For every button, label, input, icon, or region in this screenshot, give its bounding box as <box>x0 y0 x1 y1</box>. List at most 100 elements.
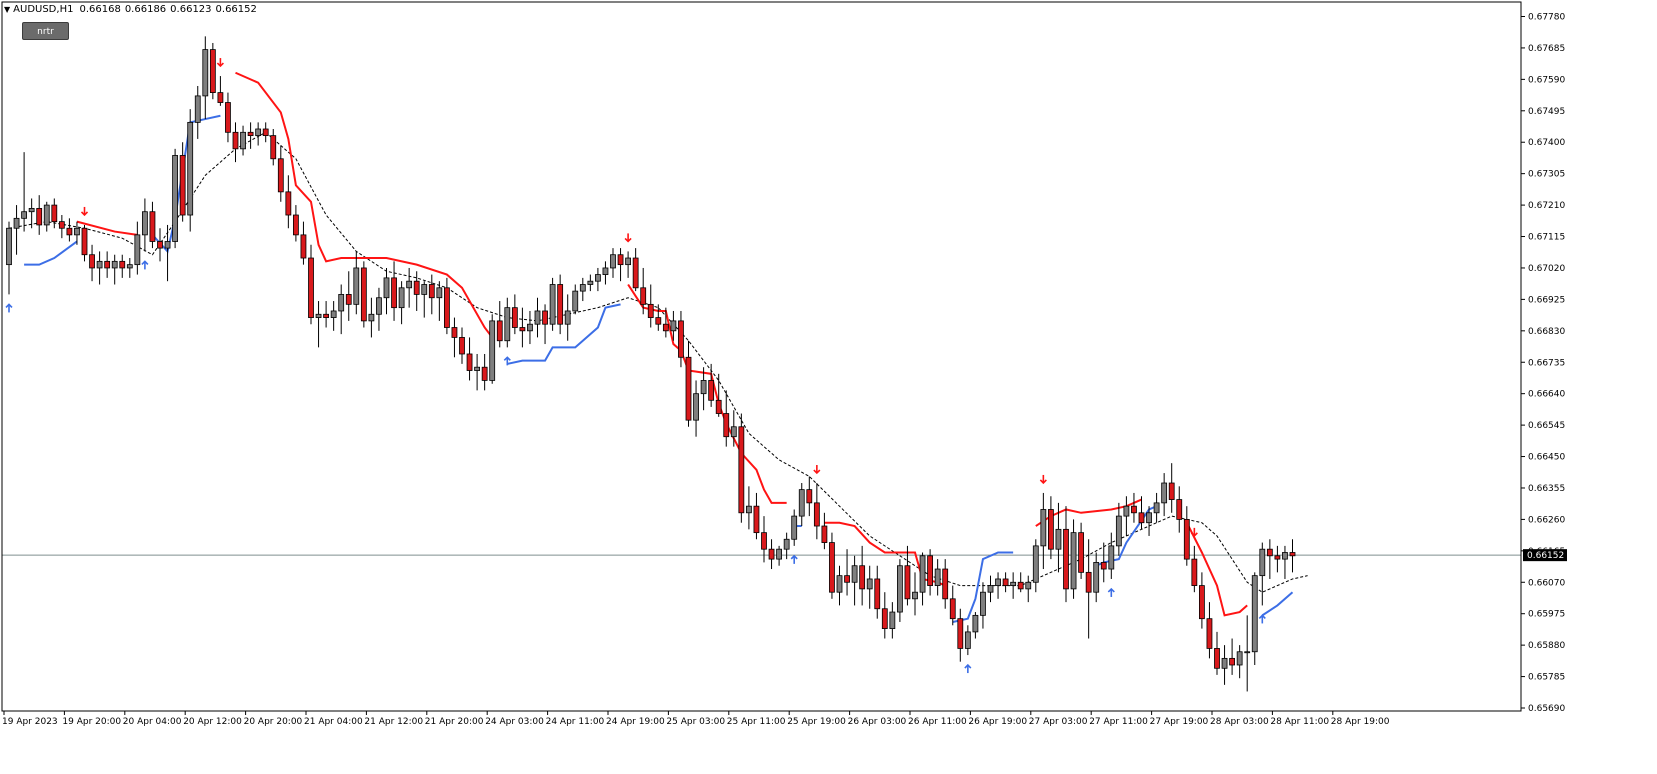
y-tick-label: 0.66260 <box>1528 515 1565 525</box>
bear-candle-body <box>345 294 352 305</box>
candle <box>836 565 843 606</box>
candle <box>564 294 571 341</box>
candle <box>28 198 35 229</box>
x-tick-label: 25 Apr 19:00 <box>787 717 846 727</box>
candle <box>1168 463 1175 513</box>
bear-candle-body <box>617 254 624 266</box>
candle <box>58 215 65 239</box>
x-tick-label: 21 Apr 20:00 <box>425 717 484 727</box>
candle <box>980 582 986 629</box>
candle <box>308 244 314 325</box>
bear-candle-body <box>1183 519 1190 560</box>
candle <box>141 198 148 252</box>
bear-candle-body <box>360 267 367 322</box>
bear-candle-body <box>119 260 126 269</box>
ohlc-values: 0.66168 0.66186 0.66123 0.66152 <box>79 4 260 15</box>
bull-candle-body <box>572 290 579 312</box>
bear-candle-body <box>1191 558 1198 586</box>
bull-candle-body <box>474 366 481 371</box>
candle <box>209 42 216 100</box>
bull-candle-body <box>587 280 594 285</box>
bull-candle-body <box>534 310 541 325</box>
arrow-down-icon <box>80 206 89 217</box>
candle <box>202 36 209 120</box>
y-tick-label: 0.66545 <box>1528 421 1565 431</box>
candle <box>851 555 858 606</box>
bull-candle-body <box>141 211 148 236</box>
candle <box>217 76 224 106</box>
y-tick-label: 0.66450 <box>1528 453 1565 463</box>
candle <box>1236 645 1243 679</box>
bear-candle-body <box>1048 509 1054 550</box>
candle <box>632 248 639 292</box>
candle <box>1123 496 1130 536</box>
bull-candle-body <box>28 207 35 213</box>
candle <box>300 221 307 265</box>
bear-candle-body <box>927 555 933 586</box>
bear-candle-body <box>466 353 473 371</box>
bull-candle-body <box>1055 528 1062 550</box>
bull-candle-body <box>980 591 986 616</box>
bull-candle-body <box>866 578 873 590</box>
candle <box>1289 539 1296 573</box>
candle <box>149 201 156 249</box>
bull-candle-body <box>912 591 918 600</box>
candle <box>421 281 428 318</box>
candle <box>1259 542 1266 606</box>
candle <box>74 221 80 245</box>
bull-candle-body <box>1251 575 1258 653</box>
nrtr-support-line <box>151 114 221 254</box>
candle <box>1115 502 1122 556</box>
y-tick-label: 0.66830 <box>1528 327 1565 337</box>
candle <box>511 294 518 335</box>
bull-candle-body <box>187 121 194 216</box>
bull-candle-body <box>164 241 171 249</box>
bull-candle-body <box>1221 657 1228 669</box>
bear-candle-body <box>1266 548 1273 557</box>
candle <box>1229 638 1235 675</box>
arrow-up-icon <box>964 663 972 674</box>
bear-candle-body <box>1078 532 1084 573</box>
candle <box>1108 532 1115 579</box>
candle <box>43 201 50 232</box>
bull-candle-body <box>746 505 752 514</box>
bear-candle-body <box>1100 562 1107 570</box>
candle <box>572 284 579 315</box>
bull-candle-body <box>730 426 737 438</box>
candle <box>36 195 43 235</box>
bull-candle-body <box>1236 651 1243 666</box>
bear-candle-body <box>957 618 964 649</box>
price-chart[interactable]: 0.67780 0.67685 0.67590 0.67495 0.67400 0.673… <box>0 0 1657 774</box>
bear-candle-body <box>157 241 163 249</box>
bull-candle-body <box>1244 651 1251 654</box>
y-tick-label: 0.65880 <box>1528 641 1565 651</box>
candle <box>21 152 28 232</box>
candle <box>315 301 322 348</box>
bear-candle-body <box>1176 499 1183 520</box>
bear-candle-body <box>285 191 292 216</box>
bear-candle-body <box>104 260 111 269</box>
bear-candle-body <box>459 337 465 355</box>
candle <box>813 483 820 540</box>
nrtr-indicator-button[interactable]: nrtr <box>22 22 69 40</box>
triangle-down-icon[interactable]: ▼ <box>4 5 10 14</box>
bull-candle-body <box>1123 505 1130 517</box>
candle <box>519 307 526 348</box>
bull-candle-body <box>564 310 571 325</box>
candle <box>738 413 745 523</box>
bear-candle-body <box>277 158 284 193</box>
candle <box>625 251 631 278</box>
candle <box>406 267 413 308</box>
candle <box>240 125 246 156</box>
x-tick-label: 25 Apr 11:00 <box>727 717 786 727</box>
bull-candle-body <box>610 254 616 269</box>
y-tick-label: 0.67780 <box>1528 13 1565 23</box>
bull-candle-body <box>1108 545 1115 570</box>
axes-layer: 0.67780 0.67685 0.67590 0.67495 0.67400 0.673… <box>1 1 1567 727</box>
candle <box>225 92 231 143</box>
candle <box>934 559 941 596</box>
candle <box>874 565 881 619</box>
bull-candle-body <box>670 320 677 332</box>
y-tick-label: 0.67020 <box>1528 264 1565 274</box>
bull-candle-body <box>934 568 941 586</box>
